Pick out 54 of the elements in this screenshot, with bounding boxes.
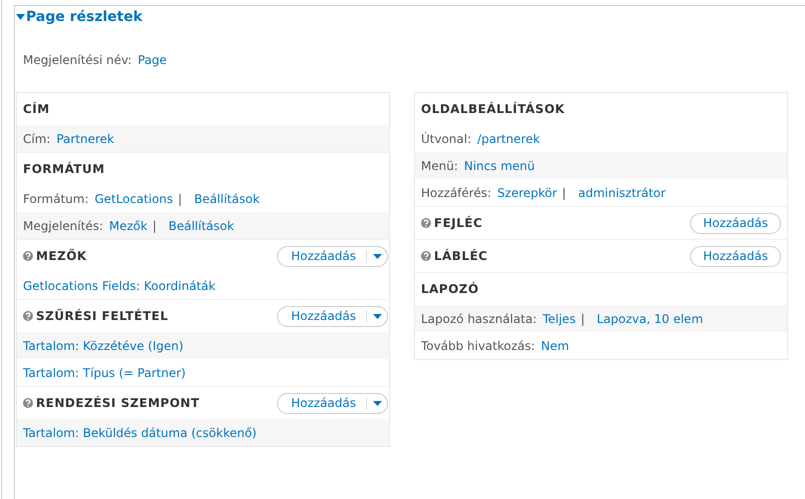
setting-link[interactable]: Getlocations Fields: Koordináták [23,278,216,292]
section-heading: MEZŐK [36,249,87,263]
separator: | [580,312,585,326]
separator: | [152,218,156,232]
setting-link[interactable]: Tartalom: Típus (= Partner) [23,366,186,380]
field-label: Formátum: [23,192,89,206]
section-toggle[interactable]: Page részletek [16,9,142,25]
section-heading: FEJLÉC [434,216,483,230]
setting-link[interactable]: Beállítások [194,192,260,206]
help-icon[interactable] [23,398,33,408]
setting-link[interactable]: Nem [541,338,570,352]
add-button[interactable]: Hozzáadás [690,212,781,234]
setting-link[interactable]: Beállítások [168,218,234,232]
field-label: Lapozó használata: [421,312,537,326]
setting-link[interactable]: Page [138,53,167,67]
dropdown-caret-icon[interactable] [372,400,382,406]
setting-link[interactable]: Tartalom: Közzétéve (Igen) [23,338,184,352]
section-heading: CÍM [23,102,50,116]
setting-link[interactable]: Teljes [542,312,576,326]
section-heading: FORMÁTUM [23,162,105,176]
setting-link[interactable]: Mezők [109,218,148,232]
setting-link[interactable]: Szerepkör [497,186,558,200]
section-heading: LAPOZÓ [421,282,479,296]
setting-link[interactable]: Partnerek [56,132,114,146]
section-heading: SZŰRÉSI FELTÉTEL [36,309,168,323]
field-label: Megjelenítési név: [23,53,132,67]
setting-link[interactable]: adminisztrátor [578,186,666,200]
section-heading: LÁBLÉC [434,249,488,263]
setting-link[interactable]: Tartalom: Beküldés dátuma (csökkenő) [23,426,257,440]
field-label: Tovább hivatkozás: [421,338,536,352]
setting-link[interactable]: Nincs menü [464,158,535,172]
dropdown-caret-icon[interactable] [372,314,382,318]
field-label: Megjelenítés: [23,218,104,232]
help-icon[interactable] [23,311,33,321]
collapse-caret-icon[interactable] [16,14,25,20]
add-split-button[interactable]: Hozzáadás [277,246,388,266]
section-heading: OLDALBEÁLLÍTÁSOK [421,102,565,116]
dropdown-caret-icon[interactable] [372,254,382,258]
setting-link[interactable]: GetLocations [94,192,174,206]
field-label: Hozzáférés: [421,186,492,200]
separator: | [562,186,566,200]
add-button[interactable]: Hozzáadás [690,246,781,266]
field-label: Cím: [23,132,50,146]
field-label: Menü: [421,158,458,172]
setting-link[interactable]: /partnerek [477,132,540,146]
setting-link[interactable]: Lapozva, 10 elem [596,312,704,326]
field-label: Útvonal: [421,132,472,146]
help-icon[interactable] [421,218,431,228]
section-heading: RENDEZÉSI SZEMPONT [36,396,200,410]
separator: | [178,192,182,206]
help-icon[interactable] [23,251,33,261]
help-icon[interactable] [421,251,431,261]
add-split-button[interactable]: Hozzáadás [277,306,388,326]
add-split-button[interactable]: Hozzáadás [277,392,388,414]
